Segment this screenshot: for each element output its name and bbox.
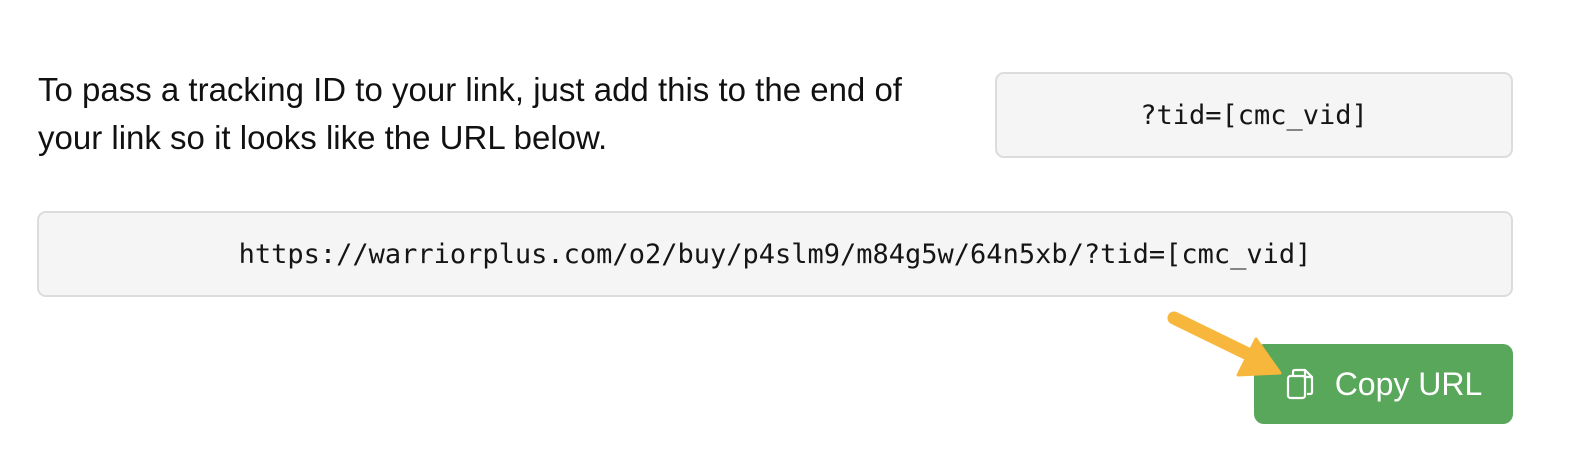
copy-url-button[interactable]: Copy URL xyxy=(1254,344,1513,424)
tracking-param-code[interactable]: ?tid=[cmc_vid] xyxy=(995,72,1513,158)
copy-url-label: Copy URL xyxy=(1334,365,1483,402)
copy-icon xyxy=(1285,368,1315,400)
tracking-instructions: To pass a tracking ID to your link, just… xyxy=(38,71,902,156)
tracking-url-code[interactable]: https://warriorplus.com/o2/buy/p4slm9/m8… xyxy=(37,211,1513,297)
